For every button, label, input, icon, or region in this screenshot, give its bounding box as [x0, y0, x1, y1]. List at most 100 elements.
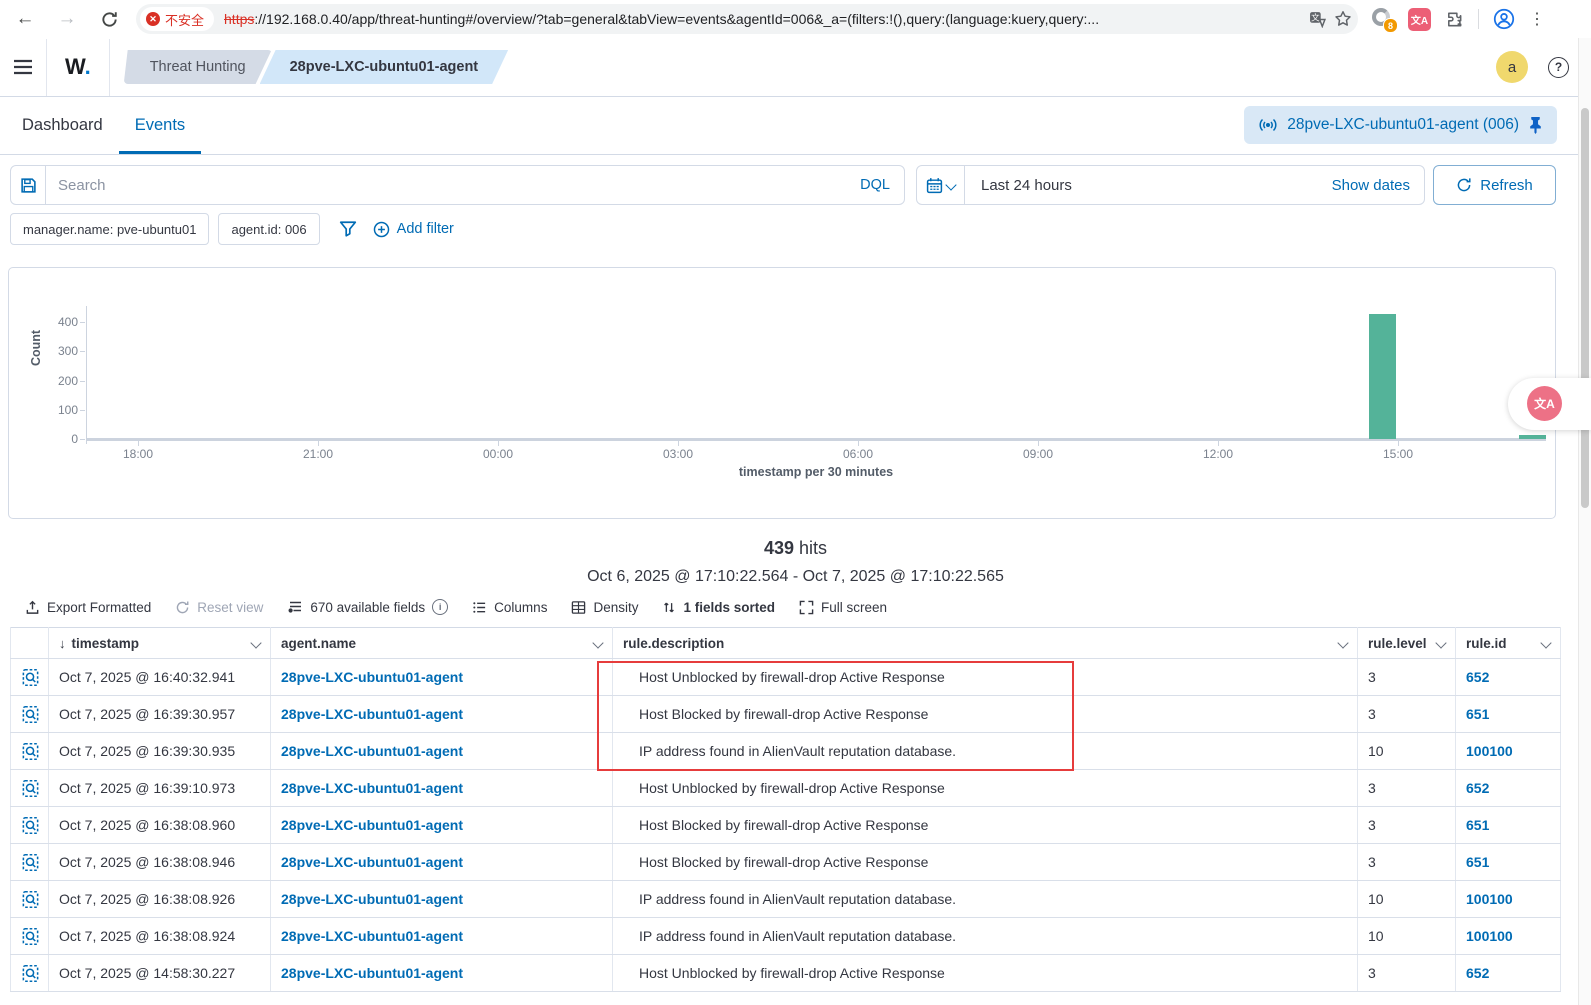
toolbar-divider	[1478, 9, 1479, 29]
inspect-document-icon[interactable]	[21, 853, 38, 872]
extension-with-badge-icon[interactable]: 8	[1372, 8, 1394, 30]
export-formatted-button[interactable]: Export Formatted	[25, 600, 151, 615]
available-fields-button[interactable]: 670 available fields i	[287, 599, 448, 615]
x-tick-mark	[1038, 441, 1039, 446]
table-row: Oct 7, 2025 @ 16:39:30.93528pve-LXC-ubun…	[11, 733, 1561, 770]
histogram-bar[interactable]	[1369, 314, 1396, 439]
calendar-dropdown-button[interactable]	[917, 166, 965, 204]
extensions-puzzle-icon[interactable]	[1445, 10, 1464, 29]
pinned-agent-badge[interactable]: 28pve-LXC-ubuntu01-agent (006)	[1244, 106, 1557, 144]
add-filter-button[interactable]: Add filter	[373, 221, 454, 238]
sorted-fields-button[interactable]: 1 fields sorted	[662, 600, 775, 615]
time-range-label[interactable]: Last 24 hours	[965, 177, 1072, 194]
x-tick-label: 15:00	[1383, 447, 1413, 461]
y-tick-label: 400	[44, 315, 78, 329]
saved-query-button[interactable]	[11, 166, 46, 204]
pin-icon[interactable]	[1528, 116, 1543, 134]
rule-id-link[interactable]: 100100	[1466, 928, 1513, 944]
translate-icon[interactable]: 文	[1309, 11, 1326, 28]
header-rule-level[interactable]: rule.level	[1358, 628, 1456, 659]
info-icon[interactable]: i	[432, 599, 448, 615]
chevron-down-icon	[945, 179, 956, 190]
browser-profile-icon[interactable]	[1493, 8, 1515, 30]
tab-dashboard[interactable]: Dashboard	[6, 97, 119, 154]
grid-toolbar: Export Formatted Reset view 670 availabl…	[25, 594, 887, 620]
not-secure-label: 不安全	[165, 10, 204, 29]
table-row: Oct 7, 2025 @ 14:58:30.227 28pve-LXC-ubun…	[11, 955, 1561, 992]
fullscreen-button[interactable]: Full screen	[799, 600, 887, 615]
inspect-document-icon[interactable]	[21, 668, 38, 687]
inspect-document-icon[interactable]	[21, 705, 38, 724]
inspect-document-icon[interactable]	[21, 779, 38, 798]
rule-id-link[interactable]: 652	[1466, 669, 1489, 685]
agent-name-link[interactable]: 28pve-LXC-ubuntu01-agent	[281, 928, 463, 944]
agent-name-link[interactable]: 28pve-LXC-ubuntu01-agent	[281, 817, 463, 833]
filter-funnel-icon[interactable]	[339, 220, 357, 238]
histogram-bar[interactable]	[1519, 435, 1546, 439]
query-language-button[interactable]: DQL	[846, 177, 904, 193]
browser-forward-button[interactable]: →	[50, 2, 84, 36]
agent-name-link[interactable]: 28pve-LXC-ubuntu01-agent	[281, 706, 463, 722]
plus-circle-icon	[373, 221, 390, 238]
rule-id-link[interactable]: 100100	[1466, 891, 1513, 907]
agent-name-link[interactable]: 28pve-LXC-ubuntu01-agent	[281, 669, 463, 685]
help-icon[interactable]: ?	[1548, 57, 1569, 78]
search-input[interactable]	[46, 177, 846, 194]
x-tick-label: 21:00	[303, 447, 333, 461]
show-dates-link[interactable]: Show dates	[1332, 177, 1424, 194]
table-row: Oct 7, 2025 @ 16:38:08.96028pve-LXC-ubun…	[11, 807, 1561, 844]
columns-button[interactable]: Columns	[472, 600, 547, 615]
translate-fab-button[interactable]: 文A	[1527, 386, 1562, 421]
browser-back-button[interactable]: ←	[8, 2, 42, 36]
rule-id-link[interactable]: 100100	[1466, 743, 1513, 759]
agent-name-link[interactable]: 28pve-LXC-ubuntu01-agent	[281, 965, 463, 981]
cell-rule-description: IP address found in AlienVault reputatio…	[613, 918, 1358, 955]
x-tick-mark	[138, 441, 139, 446]
cell-timestamp: Oct 7, 2025 @ 16:39:30.957	[49, 696, 271, 733]
rule-id-link[interactable]: 652	[1466, 780, 1489, 796]
inspect-document-icon[interactable]	[21, 816, 38, 835]
cell-timestamp: Oct 7, 2025 @ 14:58:30.227	[49, 955, 271, 992]
avatar[interactable]: a	[1496, 51, 1528, 83]
browser-menu-kebab-icon[interactable]: ⋮	[1529, 17, 1535, 22]
filter-pill[interactable]: agent.id: 006	[218, 213, 319, 245]
x-tick-mark	[678, 441, 679, 446]
address-bar[interactable]: ✕ 不安全 https://192.168.0.40/app/threat-hu…	[136, 4, 1358, 34]
filter-pill[interactable]: manager.name: pve-ubuntu01	[10, 213, 209, 245]
browser-reload-button[interactable]	[92, 2, 126, 36]
breadcrumb-threat-hunting[interactable]: Threat Hunting	[124, 50, 272, 84]
y-tick-label: 100	[44, 403, 78, 417]
agent-name-link[interactable]: 28pve-LXC-ubuntu01-agent	[281, 891, 463, 907]
y-tick-label: 300	[44, 344, 78, 358]
header-rule-description[interactable]: rule.description	[613, 628, 1358, 659]
inspect-document-icon[interactable]	[21, 964, 38, 983]
cell-agent-name: 28pve-LXC-ubuntu01-agent	[271, 955, 613, 992]
security-badge[interactable]: ✕ 不安全	[140, 7, 214, 31]
wazuh-logo[interactable]: W.	[47, 54, 109, 80]
bookmark-star-icon[interactable]	[1334, 10, 1352, 28]
breadcrumb-agent[interactable]: 28pve-LXC-ubuntu01-agent	[260, 50, 509, 84]
rule-id-link[interactable]: 651	[1466, 817, 1489, 833]
inspect-document-icon[interactable]	[21, 927, 38, 946]
not-secure-icon: ✕	[146, 12, 160, 26]
tab-events[interactable]: Events	[119, 97, 201, 154]
rule-id-link[interactable]: 652	[1466, 965, 1489, 981]
agent-name-link[interactable]: 28pve-LXC-ubuntu01-agent	[281, 780, 463, 796]
reset-view-button[interactable]: Reset view	[175, 600, 263, 615]
scrollbar-thumb[interactable]	[1581, 108, 1589, 508]
header-timestamp[interactable]: ↓timestamp	[49, 628, 271, 659]
rule-id-link[interactable]: 651	[1466, 706, 1489, 722]
refresh-button[interactable]: Refresh	[1433, 165, 1556, 205]
translate-extension-icon[interactable]: 文A	[1408, 8, 1431, 31]
density-button[interactable]: Density	[571, 600, 638, 615]
inspect-document-icon[interactable]	[21, 890, 38, 909]
inspect-document-icon[interactable]	[21, 742, 38, 761]
cell-agent-name: 28pve-LXC-ubuntu01-agent	[271, 659, 613, 696]
rule-id-link[interactable]: 651	[1466, 854, 1489, 870]
hamburger-menu-button[interactable]	[0, 39, 46, 96]
header-rule-id[interactable]: rule.id	[1456, 628, 1561, 659]
y-tick-mark	[80, 322, 85, 323]
agent-name-link[interactable]: 28pve-LXC-ubuntu01-agent	[281, 743, 463, 759]
agent-name-link[interactable]: 28pve-LXC-ubuntu01-agent	[281, 854, 463, 870]
header-agent-name[interactable]: agent.name	[271, 628, 613, 659]
